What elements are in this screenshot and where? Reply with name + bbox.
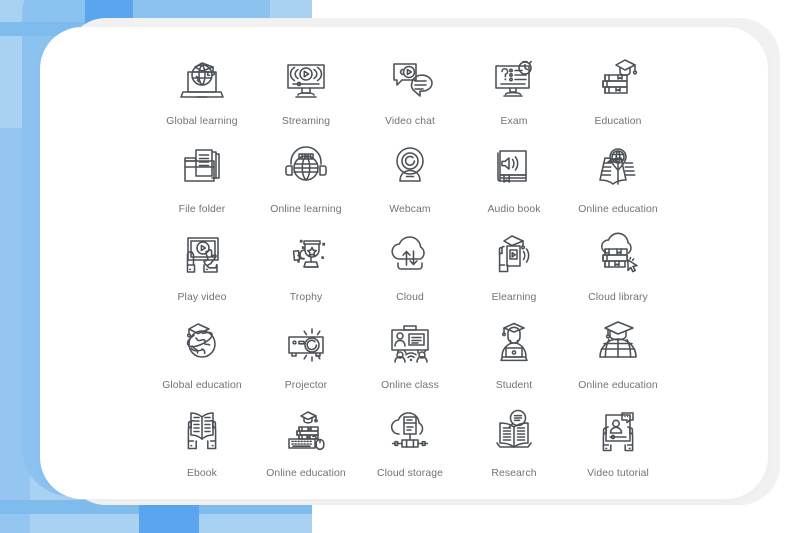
icon-label: Online education (266, 468, 346, 479)
icon-item-student[interactable]: Student (462, 309, 566, 397)
monitor-play-signal-icon (278, 51, 334, 107)
icon-label: Video chat (385, 116, 435, 127)
icon-item-audio-book[interactable]: Audio book (462, 133, 566, 221)
icon-label: Trophy (289, 292, 323, 303)
hands-open-book-icon (174, 403, 230, 459)
globe-orbit-graduation-cap-icon (174, 315, 230, 371)
icon-item-online-education-1[interactable]: Online education (566, 133, 670, 221)
icon-item-video-tutorial[interactable]: Video tutorial (566, 397, 670, 485)
icon-item-elearning[interactable]: Elearning (462, 221, 566, 309)
laptop-globe-graduation-cap-icon (174, 51, 230, 107)
icon-label: Streaming (281, 116, 331, 127)
icon-grid: Global learning Streaming Video chat Exa… (40, 27, 768, 499)
icon-item-education[interactable]: Education (566, 45, 670, 133)
cloud-books-cursor-icon (590, 227, 646, 283)
projector-beam-icon (278, 315, 334, 371)
keyboard-books-mouse-graduation-icon (278, 403, 334, 459)
icon-item-streaming[interactable]: Streaming (254, 45, 358, 133)
hands-tablet-video-chat-icon (590, 403, 646, 459)
icon-label: Cloud library (588, 292, 648, 303)
icon-label: Education (594, 116, 642, 127)
whiteboard-teacher-wifi-icon (382, 315, 438, 371)
open-book-globe-pin-icon (590, 139, 646, 195)
icon-item-webcam[interactable]: Webcam (358, 133, 462, 221)
cloud-upload-download-icon (382, 227, 438, 283)
icon-set-poster: Global learning Streaming Video chat Exa… (0, 0, 800, 533)
icon-item-trophy[interactable]: Trophy (254, 221, 358, 309)
icon-label: Exam (500, 116, 528, 127)
icon-label: Online education (578, 380, 658, 391)
icon-item-global-education[interactable]: Global education (150, 309, 254, 397)
icon-item-exam[interactable]: Exam (462, 45, 566, 133)
icon-label: Audio book (487, 204, 541, 215)
folder-documents-icon (174, 139, 230, 195)
icon-item-global-learning[interactable]: Global learning (150, 45, 254, 133)
book-speaker-icon (486, 139, 542, 195)
icon-label: Student (495, 380, 533, 391)
globe-grid-graduation-cap-icon (590, 315, 646, 371)
trophy-star-icon (278, 227, 334, 283)
globe-headphones-icon (278, 139, 334, 195)
monitor-question-stopwatch-icon (486, 51, 542, 107)
cloud-server-network-icon (382, 403, 438, 459)
icon-label: Elearning (491, 292, 537, 303)
icon-label: Webcam (389, 204, 431, 215)
icon-item-ebook[interactable]: Ebook (150, 397, 254, 485)
icon-item-file-folder[interactable]: File folder (150, 133, 254, 221)
webcam-lens-icon (382, 139, 438, 195)
icon-item-online-learning[interactable]: Online learning (254, 133, 358, 221)
icon-item-projector[interactable]: Projector (254, 309, 358, 397)
icon-label: Video tutorial (587, 468, 649, 479)
icon-item-online-education-2[interactable]: Online education (566, 309, 670, 397)
icon-label: Ebook (187, 468, 217, 479)
icon-label: Online class (381, 380, 439, 391)
icon-label: Cloud (396, 292, 424, 303)
icon-item-play-video[interactable]: Play video (150, 221, 254, 309)
tablet-hands-play-icon (174, 227, 230, 283)
icon-label: Global education (162, 380, 242, 391)
hand-phone-graduation-cap-icon (486, 227, 542, 283)
icon-item-online-class[interactable]: Online class (358, 309, 462, 397)
student-laptop-icon (486, 315, 542, 371)
icon-label: Play video (177, 292, 227, 303)
open-book-magnifier-icon (486, 403, 542, 459)
icon-label: Online learning (270, 204, 342, 215)
books-graduation-cap-icon (590, 51, 646, 107)
background-dark-blue-strip-bottom (139, 501, 199, 533)
icon-item-cloud-library[interactable]: Cloud library (566, 221, 670, 309)
icon-label: Online education (578, 204, 658, 215)
icon-item-online-education-3[interactable]: Online education (254, 397, 358, 485)
icon-item-cloud-storage[interactable]: Cloud storage (358, 397, 462, 485)
icon-item-video-chat[interactable]: Video chat (358, 45, 462, 133)
icon-label: Global learning (166, 116, 238, 127)
icon-label: Projector (284, 380, 328, 391)
icon-label: Research (491, 468, 537, 479)
icon-item-research[interactable]: Research (462, 397, 566, 485)
icon-label: Cloud storage (377, 468, 443, 479)
icon-label: File folder (178, 204, 226, 215)
speech-bubble-play-icon (382, 51, 438, 107)
icon-item-cloud[interactable]: Cloud (358, 221, 462, 309)
